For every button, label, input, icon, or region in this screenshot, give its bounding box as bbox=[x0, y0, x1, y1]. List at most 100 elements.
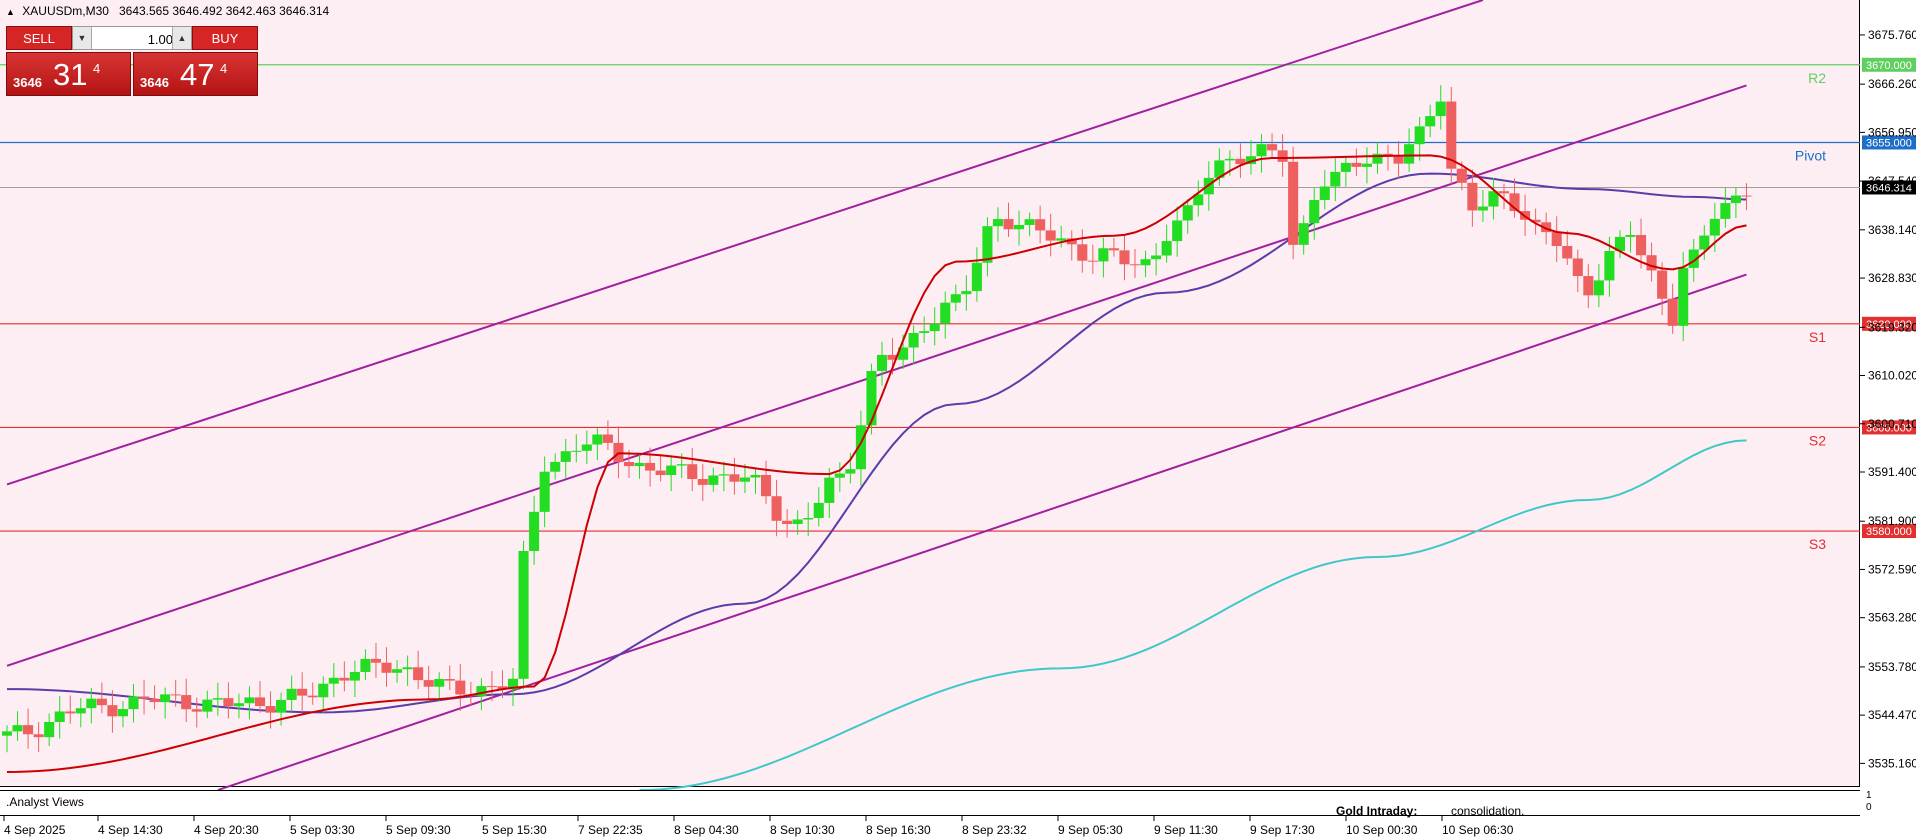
candle-body-5 bbox=[54, 711, 65, 722]
x-tick-label-9: 8 Sep 16:30 bbox=[866, 823, 931, 837]
candle-body-53 bbox=[560, 451, 571, 462]
gold-intraday-view: consolidation. bbox=[1451, 804, 1525, 818]
y-tick-label-2: 3656.950 bbox=[1868, 125, 1916, 139]
sell-button[interactable]: SELL bbox=[6, 26, 72, 50]
buy-button[interactable]: BUY bbox=[192, 26, 258, 50]
candle-body-157 bbox=[1657, 270, 1668, 299]
candle-body-71 bbox=[750, 474, 761, 478]
candle-body-28 bbox=[297, 688, 308, 696]
candle-body-88 bbox=[929, 323, 940, 332]
candle-body-97 bbox=[1024, 219, 1035, 225]
y-tick-label-3: 3647.540 bbox=[1868, 174, 1916, 188]
candle-body-35 bbox=[370, 658, 382, 663]
y-tick-label-4: 3638.140 bbox=[1868, 223, 1916, 237]
lot-increase-arrow-icon[interactable]: ▲ bbox=[172, 27, 191, 49]
candle-body-68 bbox=[718, 474, 729, 476]
candle-body-105 bbox=[1108, 248, 1119, 251]
candle-body-109 bbox=[1151, 255, 1162, 260]
candle-body-107 bbox=[1129, 264, 1141, 266]
y-tick-label-6: 3619.320 bbox=[1868, 320, 1916, 334]
candle-body-61 bbox=[645, 462, 656, 471]
candle-body-73 bbox=[771, 496, 782, 521]
level-name-r2: R2 bbox=[1808, 70, 1826, 86]
candle-body-106 bbox=[1119, 250, 1130, 265]
x-tick-label-10: 8 Sep 23:32 bbox=[962, 823, 1027, 837]
analyst-views-indicator[interactable]: .Analyst Views Gold Intraday: consolidat… bbox=[0, 790, 1860, 818]
candle-body-52 bbox=[550, 461, 561, 472]
x-tick-label-14: 10 Sep 00:30 bbox=[1346, 823, 1418, 837]
candle-body-110 bbox=[1161, 241, 1172, 256]
candle-body-21 bbox=[223, 698, 234, 707]
candle-body-26 bbox=[276, 699, 287, 713]
candle-body-139 bbox=[1467, 182, 1478, 211]
y-tick-label-5: 3628.830 bbox=[1868, 271, 1916, 285]
candle-body-104 bbox=[1098, 248, 1109, 262]
x-tick-label-5: 5 Sep 15:30 bbox=[482, 823, 547, 837]
candle-body-165 bbox=[1741, 195, 1752, 197]
candle-body-4 bbox=[44, 721, 55, 738]
candle-body-54 bbox=[571, 450, 582, 452]
chart-window: R2 3670.000 Pivot 3655.000 S1 3620.000 S2 3600.… bbox=[0, 0, 1916, 840]
candle-body-46 bbox=[486, 686, 497, 688]
one-click-trading-panel: SELL ▼ ▲ BUY 3646 31 4 3646 47 4 bbox=[6, 26, 258, 98]
candle-body-63 bbox=[666, 465, 677, 476]
price-chart[interactable]: R23670.000Pivot3655.000S13620.000S23600.… bbox=[0, 0, 1916, 840]
candle-body-11 bbox=[117, 709, 129, 717]
candle-body-79 bbox=[834, 473, 845, 478]
candle-body-37 bbox=[392, 669, 403, 673]
candle-body-33 bbox=[349, 671, 360, 681]
candle-body-121 bbox=[1277, 150, 1288, 162]
candle-body-83 bbox=[876, 354, 888, 371]
x-tick-label-8: 8 Sep 10:30 bbox=[770, 823, 835, 837]
candle-body-149 bbox=[1572, 258, 1583, 277]
candle-body-92 bbox=[971, 262, 982, 292]
x-tick-label-0: 4 Sep 2025 bbox=[4, 823, 66, 837]
candle-body-89 bbox=[940, 302, 951, 324]
candle-body-164 bbox=[1730, 195, 1741, 204]
x-tick-label-7: 8 Sep 04:30 bbox=[674, 823, 739, 837]
candle-body-138 bbox=[1456, 168, 1467, 183]
ma-fast-line bbox=[6, 154, 1747, 773]
candle-body-13 bbox=[139, 696, 150, 699]
buy-price-box[interactable]: 3646 47 4 bbox=[133, 52, 258, 96]
candle-body-65 bbox=[687, 464, 698, 480]
candle-body-15 bbox=[160, 694, 171, 703]
x-tick-label-15: 10 Sep 06:30 bbox=[1442, 823, 1514, 837]
candle-body-25 bbox=[265, 706, 276, 713]
candle-body-32 bbox=[339, 677, 350, 681]
y-tick-label-7: 3610.020 bbox=[1868, 369, 1916, 383]
candle-body-6 bbox=[65, 711, 76, 714]
sell-price-box[interactable]: 3646 31 4 bbox=[6, 52, 131, 96]
candle-body-86 bbox=[908, 332, 919, 348]
candle-body-3 bbox=[33, 734, 44, 738]
candle-body-38 bbox=[402, 667, 413, 670]
collapse-triangle-icon[interactable]: ▲ bbox=[6, 7, 15, 17]
sell-price-pips: 31 bbox=[53, 57, 88, 92]
y-tick-label-14: 3544.470 bbox=[1868, 708, 1916, 722]
ma-mid-line bbox=[7, 172, 1747, 714]
candle-body-67 bbox=[708, 475, 719, 485]
x-tick-label-12: 9 Sep 11:30 bbox=[1154, 823, 1218, 837]
candle-body-150 bbox=[1583, 276, 1594, 296]
candle-body-40 bbox=[423, 680, 434, 687]
candle-body-56 bbox=[592, 434, 603, 445]
x-tick-label-13: 9 Sep 17:30 bbox=[1250, 823, 1315, 837]
candle-body-126 bbox=[1330, 171, 1341, 187]
candle-body-70 bbox=[739, 477, 750, 482]
sub-scale-bottom: 0 bbox=[1866, 802, 1872, 813]
lot-size-input[interactable] bbox=[93, 29, 175, 49]
candle-body-123 bbox=[1298, 223, 1309, 245]
x-tick-label-11: 9 Sep 05:30 bbox=[1058, 823, 1123, 837]
ohlc-values: 3643.565 3646.492 3642.463 3646.314 bbox=[118, 4, 330, 18]
candle-body-108 bbox=[1140, 259, 1151, 266]
level-name-s1: S1 bbox=[1809, 329, 1826, 345]
candle-body-136 bbox=[1435, 101, 1446, 117]
candle-body-57 bbox=[602, 434, 613, 443]
lot-decrease-arrow-icon[interactable]: ▼ bbox=[73, 27, 92, 49]
candle-body-134 bbox=[1414, 126, 1425, 145]
candle-body-8 bbox=[86, 698, 97, 709]
candle-body-154 bbox=[1625, 235, 1636, 237]
candle-body-116 bbox=[1224, 158, 1235, 161]
channel-line-3 bbox=[217, 273, 1747, 792]
y-tick-label-8: 3600.710 bbox=[1868, 417, 1916, 431]
